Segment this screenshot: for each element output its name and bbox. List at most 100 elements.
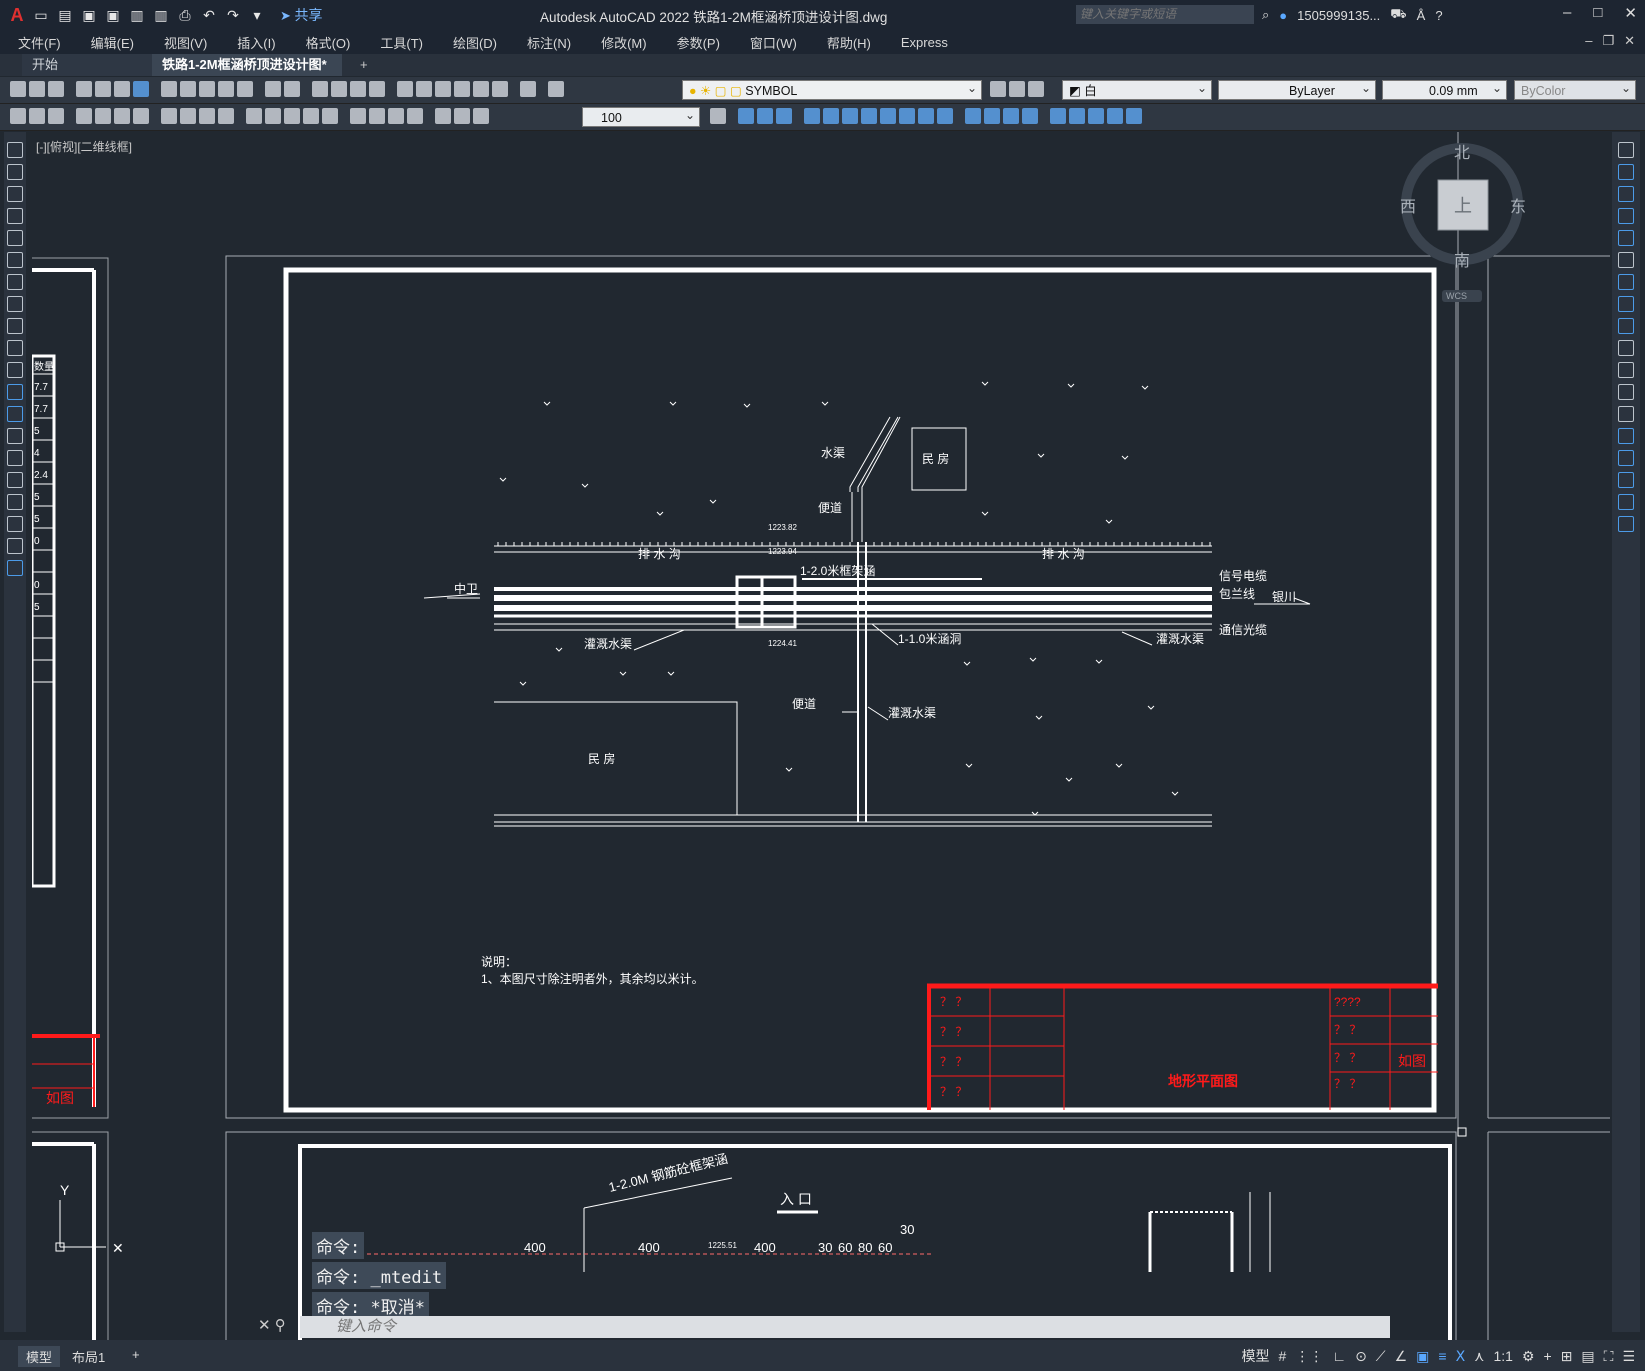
- rotate-faces-icon[interactable]: [880, 108, 896, 124]
- annotation-scale-icon[interactable]: ⋏: [1474, 1348, 1484, 1365]
- osnap-icon[interactable]: ∠: [1395, 1348, 1408, 1365]
- explode-icon[interactable]: [1618, 516, 1634, 532]
- publish-icon[interactable]: [114, 81, 130, 97]
- break-icon[interactable]: [1618, 406, 1634, 422]
- arc-icon[interactable]: [7, 252, 23, 268]
- cut-icon[interactable]: [161, 81, 177, 97]
- annotation-visibility-icon[interactable]: Ⅹ: [1456, 1348, 1466, 1365]
- offset-icon[interactable]: [1618, 208, 1634, 224]
- save-as-icon[interactable]: ▣: [104, 7, 122, 24]
- plot-icon[interactable]: ⎙: [176, 7, 194, 24]
- jogged-icon[interactable]: [180, 108, 196, 124]
- point-icon[interactable]: [7, 428, 23, 444]
- copy-icon[interactable]: [180, 81, 196, 97]
- linear-dim-icon[interactable]: [76, 108, 92, 124]
- aligned-dim-icon[interactable]: [95, 108, 111, 124]
- solid-edit-icon[interactable]: [1069, 108, 1085, 124]
- menu-item[interactable]: 帮助(H): [827, 33, 871, 52]
- layer-icon[interactable]: [10, 108, 26, 124]
- intersect-icon[interactable]: [776, 108, 792, 124]
- viewcube-east[interactable]: 东: [1510, 198, 1526, 216]
- user-name[interactable]: 1505999135...: [1297, 8, 1380, 23]
- doc-minimize-icon[interactable]: –: [1585, 33, 1592, 49]
- quick-dim-icon[interactable]: [246, 108, 262, 124]
- layer-icon-2[interactable]: [29, 108, 45, 124]
- interfere-icon[interactable]: [1126, 108, 1142, 124]
- wcs-menu[interactable]: WCS: [1446, 291, 1467, 301]
- chamfer-icon[interactable]: [1618, 450, 1634, 466]
- ordinate-icon[interactable]: [133, 108, 149, 124]
- region-icon[interactable]: [7, 494, 23, 510]
- menu-item[interactable]: 绘图(D): [453, 33, 497, 52]
- command-line-close-icon[interactable]: ✕ ⚲: [258, 1316, 286, 1334]
- ortho-icon[interactable]: ∟: [1332, 1348, 1346, 1364]
- color-faces-icon[interactable]: [937, 108, 953, 124]
- quick-properties-icon[interactable]: ▤: [1581, 1348, 1594, 1365]
- section-icon[interactable]: [1107, 108, 1123, 124]
- extrude-icon[interactable]: [804, 108, 820, 124]
- dim-edit-icon[interactable]: [435, 108, 451, 124]
- sheet-set-icon[interactable]: [454, 81, 470, 97]
- add-layout-button[interactable]: +: [124, 1346, 148, 1363]
- viewcube-west[interactable]: 西: [1400, 199, 1416, 216]
- search-input[interactable]: [1076, 5, 1254, 24]
- layer-states-icon[interactable]: [1028, 81, 1044, 97]
- autodesk-a360-icon[interactable]: Å: [1417, 8, 1426, 23]
- menu-item[interactable]: Express: [901, 35, 948, 50]
- minimize-icon[interactable]: –: [1563, 4, 1571, 22]
- copy-faces-icon[interactable]: [918, 108, 934, 124]
- tolerance-icon[interactable]: [350, 108, 366, 124]
- copy-object-icon[interactable]: [1618, 164, 1634, 180]
- table-icon[interactable]: [7, 516, 23, 532]
- doc-restore-icon[interactable]: ❐: [1602, 33, 1614, 49]
- close-icon[interactable]: ✕: [1624, 4, 1637, 22]
- new-icon[interactable]: ▭: [32, 7, 50, 24]
- menu-item[interactable]: 视图(V): [164, 33, 207, 52]
- slice-icon[interactable]: [1088, 108, 1104, 124]
- lineweight-dropdown[interactable]: 0.09 mm: [1382, 78, 1507, 100]
- help-icon[interactable]: [520, 81, 536, 97]
- trim-icon[interactable]: [1618, 340, 1634, 356]
- match-properties-icon[interactable]: [218, 81, 234, 97]
- imprint-icon[interactable]: [965, 108, 981, 124]
- menu-item[interactable]: 参数(P): [677, 33, 720, 52]
- layer-icon-3[interactable]: [48, 108, 64, 124]
- revcloud-icon[interactable]: [7, 296, 23, 312]
- grid-icon[interactable]: #: [1279, 1348, 1287, 1364]
- move-faces-icon[interactable]: [823, 108, 839, 124]
- viewcube-south[interactable]: 南: [1454, 252, 1470, 270]
- continue-icon[interactable]: [284, 108, 300, 124]
- fillet-icon[interactable]: [1618, 472, 1634, 488]
- isodraft-icon[interactable]: ⟋: [1376, 1348, 1386, 1365]
- arc-length-icon[interactable]: [114, 108, 130, 124]
- customize-icon[interactable]: ☰: [1622, 1348, 1635, 1365]
- zoom-previous-icon[interactable]: [369, 81, 385, 97]
- join-icon[interactable]: [1618, 428, 1634, 444]
- scale-icon[interactable]: [1618, 296, 1634, 312]
- plot-icon[interactable]: [76, 81, 92, 97]
- undo-icon[interactable]: ↶: [200, 7, 218, 24]
- stretch-icon[interactable]: [1618, 318, 1634, 334]
- color-dropdown[interactable]: ◩ 白: [1062, 78, 1212, 100]
- move-icon[interactable]: [1618, 252, 1634, 268]
- rotate-icon[interactable]: [1618, 274, 1634, 290]
- linetype-dropdown[interactable]: ByLayer: [1218, 78, 1376, 100]
- menu-item[interactable]: 标注(N): [527, 33, 571, 52]
- help-icon[interactable]: ?: [1435, 8, 1442, 23]
- subtract-icon[interactable]: [757, 108, 773, 124]
- spline-icon[interactable]: [7, 318, 23, 334]
- maximize-icon[interactable]: □: [1593, 4, 1602, 22]
- zoom-realtime-icon[interactable]: [331, 81, 347, 97]
- gradient-icon[interactable]: [7, 472, 23, 488]
- plus-icon[interactable]: +: [1543, 1348, 1551, 1364]
- construction-line-icon[interactable]: [7, 164, 23, 180]
- object-snap-icon[interactable]: ▣: [1416, 1348, 1429, 1365]
- new-tab-button[interactable]: +: [350, 54, 378, 76]
- baseline-icon[interactable]: [265, 108, 281, 124]
- redo-icon[interactable]: ↷: [224, 7, 242, 24]
- viewcube[interactable]: 上 北 南 东 西 WCS: [1400, 143, 1526, 302]
- polyline-icon[interactable]: [7, 186, 23, 202]
- redo-icon[interactable]: [284, 81, 300, 97]
- zoom-window-icon[interactable]: [350, 81, 366, 97]
- blend-icon[interactable]: [1618, 494, 1634, 510]
